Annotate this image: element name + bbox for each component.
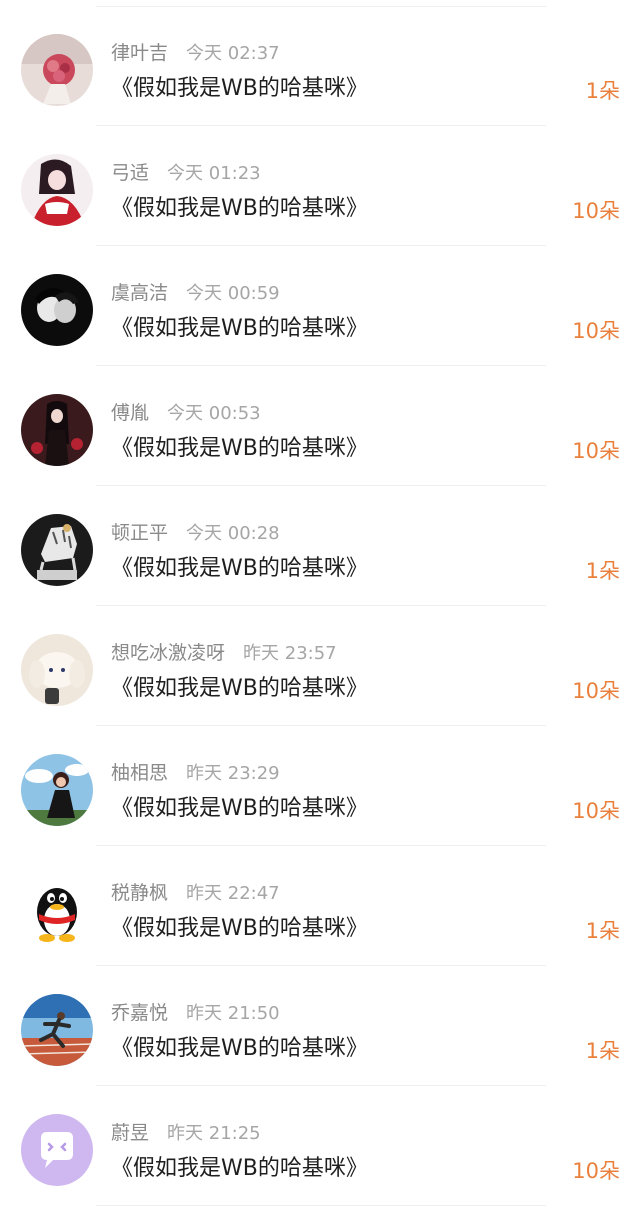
message-text: 《假如我是WB的哈基咪》 bbox=[111, 556, 368, 581]
item-meta: 顿正平 今天 00:28 bbox=[111, 520, 280, 546]
list-item[interactable]: 乔嘉悦 昨天 21:50 《假如我是WB的哈基咪》 1朵 bbox=[0, 966, 640, 1086]
item-meta: 想吃冰激凌呀 昨天 23:57 bbox=[111, 640, 337, 666]
item-meta: 弓适 今天 01:23 bbox=[111, 160, 261, 186]
message-text: 《假如我是WB的哈基咪》 bbox=[111, 76, 368, 101]
list-item[interactable]: 顿正平 今天 00:28 《假如我是WB的哈基咪》 1朵 bbox=[0, 486, 640, 606]
item-meta: 税静枫 昨天 22:47 bbox=[111, 880, 280, 906]
list-item[interactable]: 傅胤 今天 00:53 《假如我是WB的哈基咪》 10朵 bbox=[0, 366, 640, 486]
user-name[interactable]: 想吃冰激凌呀 bbox=[111, 642, 225, 664]
message-text: 《假如我是WB的哈基咪》 bbox=[111, 196, 368, 221]
user-name[interactable]: 柚相思 bbox=[111, 762, 168, 784]
user-name[interactable]: 傅胤 bbox=[111, 402, 149, 424]
timestamp: 昨天 22:47 bbox=[186, 883, 280, 904]
timestamp: 今天 00:53 bbox=[167, 403, 261, 424]
user-name[interactable]: 律叶吉 bbox=[111, 42, 168, 64]
flower-count: 1朵 bbox=[585, 559, 620, 583]
flower-count: 1朵 bbox=[585, 919, 620, 943]
runner-avatar-icon[interactable] bbox=[21, 994, 93, 1066]
user-name[interactable]: 顿正平 bbox=[111, 522, 168, 544]
user-name[interactable]: 乔嘉悦 bbox=[111, 1002, 168, 1024]
sky-portrait-avatar-icon[interactable] bbox=[21, 754, 93, 826]
flower-count: 10朵 bbox=[572, 799, 620, 823]
purple-chat-bubble-avatar-icon[interactable] bbox=[21, 1114, 93, 1186]
timestamp: 今天 02:37 bbox=[186, 43, 280, 64]
timestamp: 昨天 23:57 bbox=[243, 643, 337, 664]
flower-count: 10朵 bbox=[572, 199, 620, 223]
list-item[interactable]: 想吃冰激凌呀 昨天 23:57 《假如我是WB的哈基咪》 10朵 bbox=[0, 606, 640, 726]
timestamp: 今天 00:28 bbox=[186, 523, 280, 544]
list-item[interactable]: 柚相思 昨天 23:29 《假如我是WB的哈基咪》 10朵 bbox=[0, 726, 640, 846]
message-text: 《假如我是WB的哈基咪》 bbox=[111, 676, 368, 701]
list-item[interactable]: 弓适 今天 01:23 《假如我是WB的哈基咪》 10朵 bbox=[0, 126, 640, 246]
timestamp: 今天 00:59 bbox=[186, 283, 280, 304]
flower-count: 10朵 bbox=[572, 679, 620, 703]
flower-count: 10朵 bbox=[572, 319, 620, 343]
dark-anime-avatar-icon[interactable] bbox=[21, 394, 93, 466]
user-name[interactable]: 税静枫 bbox=[111, 882, 168, 904]
message-text: 《假如我是WB的哈基咪》 bbox=[111, 1156, 368, 1181]
anime-girl-avatar-icon[interactable] bbox=[21, 154, 93, 226]
cinnamoroll-plush-avatar-icon[interactable] bbox=[21, 634, 93, 706]
user-name[interactable]: 蔚昱 bbox=[111, 1122, 149, 1144]
tiger-statue-avatar-icon[interactable] bbox=[21, 514, 93, 586]
flower-count: 1朵 bbox=[585, 79, 620, 103]
flower-count: 1朵 bbox=[585, 1039, 620, 1063]
item-meta: 傅胤 今天 00:53 bbox=[111, 400, 261, 426]
timestamp: 昨天 21:25 bbox=[167, 1123, 261, 1144]
timestamp: 昨天 23:29 bbox=[186, 763, 280, 784]
item-meta: 柚相思 昨天 23:29 bbox=[111, 760, 280, 786]
timestamp: 今天 01:23 bbox=[167, 163, 261, 184]
flower-count: 10朵 bbox=[572, 439, 620, 463]
item-meta: 虞高洁 今天 00:59 bbox=[111, 280, 280, 306]
dark-couple-avatar-icon[interactable] bbox=[21, 274, 93, 346]
bouquet-photo-icon[interactable] bbox=[21, 34, 93, 106]
message-text: 《假如我是WB的哈基咪》 bbox=[111, 436, 368, 461]
user-name[interactable]: 弓适 bbox=[111, 162, 149, 184]
list-item[interactable]: 虞高洁 今天 00:59 《假如我是WB的哈基咪》 10朵 bbox=[0, 246, 640, 366]
item-meta: 律叶吉 今天 02:37 bbox=[111, 40, 280, 66]
qq-penguin-avatar-icon[interactable] bbox=[21, 874, 93, 946]
item-meta: 乔嘉悦 昨天 21:50 bbox=[111, 1000, 280, 1026]
message-text: 《假如我是WB的哈基咪》 bbox=[111, 1036, 368, 1061]
message-text: 《假如我是WB的哈基咪》 bbox=[111, 796, 368, 821]
list-item[interactable]: 律叶吉 今天 02:37 《假如我是WB的哈基咪》 1朵 bbox=[0, 6, 640, 126]
flower-count: 10朵 bbox=[572, 1159, 620, 1183]
list-item[interactable]: 蔚昱 昨天 21:25 《假如我是WB的哈基咪》 10朵 bbox=[0, 1086, 640, 1206]
message-text: 《假如我是WB的哈基咪》 bbox=[111, 316, 368, 341]
user-name[interactable]: 虞高洁 bbox=[111, 282, 168, 304]
timestamp: 昨天 21:50 bbox=[186, 1003, 280, 1024]
list-item[interactable]: 税静枫 昨天 22:47 《假如我是WB的哈基咪》 1朵 bbox=[0, 846, 640, 966]
message-text: 《假如我是WB的哈基咪》 bbox=[111, 916, 368, 941]
item-meta: 蔚昱 昨天 21:25 bbox=[111, 1120, 261, 1146]
